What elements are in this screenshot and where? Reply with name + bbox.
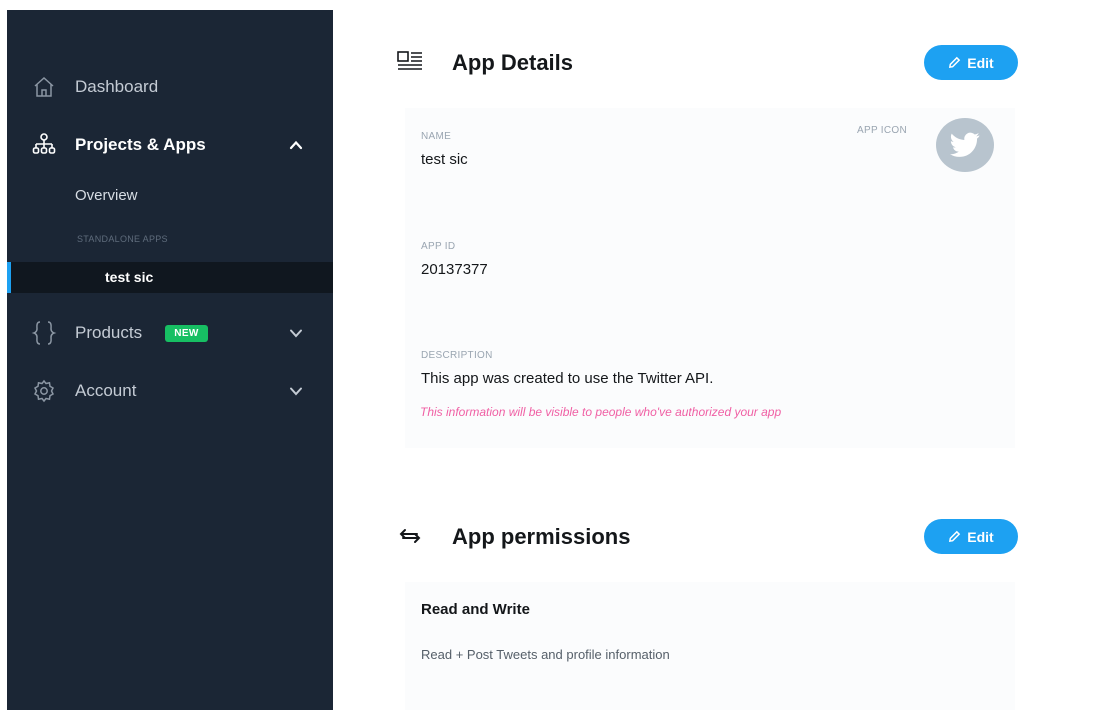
sidebar: Dashboard Projects & Apps Overview STAND… bbox=[7, 10, 333, 710]
sidebar-item-projects-apps[interactable]: Projects & Apps bbox=[7, 125, 333, 165]
sidebar-item-products[interactable]: Products NEW bbox=[7, 313, 333, 353]
name-value: test sic bbox=[421, 151, 468, 168]
chevron-down-icon[interactable] bbox=[287, 324, 305, 342]
app-icon-label: APP ICON bbox=[857, 125, 908, 136]
app-icon bbox=[936, 118, 994, 172]
sidebar-item-label: Account bbox=[75, 381, 137, 400]
sidebar-item-label: Dashboard bbox=[75, 77, 159, 96]
chevron-down-icon[interactable] bbox=[287, 382, 305, 400]
chevron-up-icon[interactable] bbox=[287, 136, 305, 154]
app-id-label: APP ID bbox=[421, 241, 456, 252]
page: Dashboard Projects & Apps Overview STAND… bbox=[0, 0, 1119, 710]
swap-arrows-icon bbox=[396, 525, 424, 549]
sidebar-item-label: Projects & Apps bbox=[75, 135, 206, 154]
permission-level: Read and Write bbox=[421, 601, 530, 618]
sidebar-item-account[interactable]: Account bbox=[7, 371, 333, 411]
app-details-title: App Details bbox=[452, 50, 574, 75]
description-value: This app was created to use the Twitter … bbox=[421, 370, 714, 387]
new-badge: NEW bbox=[165, 324, 208, 342]
sidebar-item-test-sic[interactable]: test sic bbox=[7, 262, 333, 293]
sidebar-item-label: Products bbox=[75, 323, 143, 342]
app-id-value: 20137377 bbox=[421, 261, 488, 278]
visibility-note: This information will be visible to peop… bbox=[420, 405, 782, 419]
pencil-icon bbox=[949, 56, 961, 69]
edit-label: Edit bbox=[967, 528, 994, 545]
pencil-icon bbox=[949, 530, 961, 543]
details-icon bbox=[396, 50, 424, 74]
name-label: NAME bbox=[421, 131, 452, 142]
description-label: DESCRIPTION bbox=[421, 350, 493, 361]
sidebar-item-label: test sic bbox=[105, 269, 154, 285]
active-indicator bbox=[7, 262, 11, 293]
standalone-apps-caption: STANDALONE APPS bbox=[77, 234, 168, 244]
braces-icon bbox=[31, 320, 57, 346]
home-icon bbox=[31, 74, 57, 100]
edit-permissions-button[interactable]: Edit bbox=[924, 519, 1018, 554]
twitter-bird-icon bbox=[950, 132, 980, 157]
org-chart-icon bbox=[31, 132, 57, 158]
app-permissions-title: App permissions bbox=[452, 524, 631, 549]
sidebar-item-dashboard[interactable]: Dashboard bbox=[7, 67, 333, 107]
app-details-card bbox=[405, 108, 1015, 448]
edit-label: Edit bbox=[967, 54, 994, 71]
permission-description: Read + Post Tweets and profile informati… bbox=[421, 647, 670, 662]
sidebar-item-overview[interactable]: Overview bbox=[75, 187, 138, 204]
edit-details-button[interactable]: Edit bbox=[924, 45, 1018, 80]
gear-icon bbox=[31, 378, 57, 404]
